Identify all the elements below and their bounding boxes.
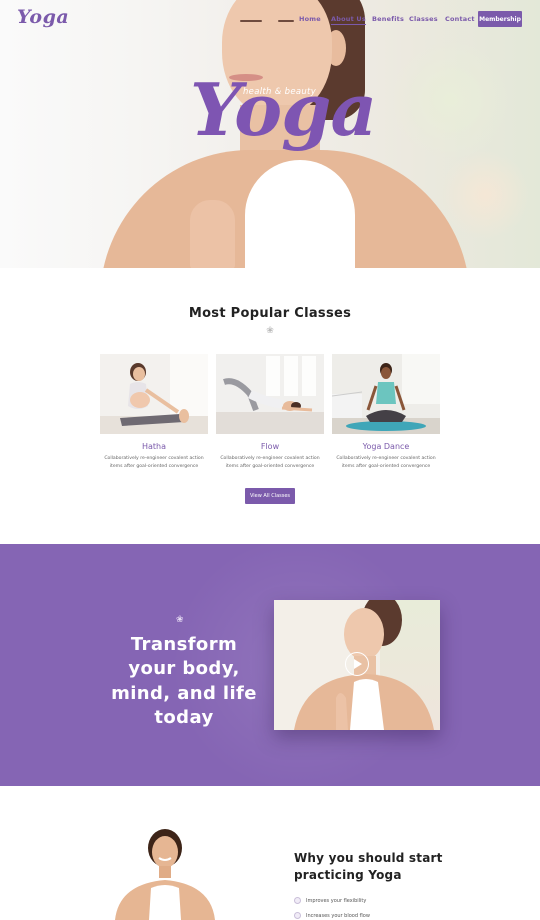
class-card-hatha[interactable]: Hatha Collaboratively re-engineer covale…: [100, 354, 208, 471]
nav-item-about-us[interactable]: About Us: [331, 15, 366, 25]
lotus-ornament-icon: ❀: [266, 326, 274, 336]
why-list-item: Improves your flexibility: [294, 897, 366, 904]
lotus-ornament-icon: ❀: [176, 615, 184, 625]
check-circle-icon: [294, 912, 301, 919]
woman-top: [245, 160, 355, 268]
class-desc-yoga-dance: Collaboratively re-engineer covalent act…: [336, 456, 436, 469]
class-image-hatha[interactable]: [100, 354, 208, 434]
check-circle-icon: [294, 897, 301, 904]
smiling-woman-image: [115, 828, 225, 920]
main-nav: Home About Us Benefits Classes Contact: [0, 15, 540, 29]
nav-item-contact[interactable]: Contact: [445, 15, 475, 23]
class-desc-hatha: Collaboratively re-engineer covalent act…: [104, 456, 204, 469]
why-item-label: Improves your flexibility: [306, 897, 367, 904]
hero-bokeh: [440, 150, 530, 240]
transform-title: Transform your body, mind, and life toda…: [111, 634, 257, 729]
play-icon[interactable]: [354, 659, 362, 669]
view-all-classes-button[interactable]: View All Classes: [245, 488, 295, 504]
membership-button[interactable]: Membership: [478, 11, 522, 27]
hero-subtitle: health & beauty: [243, 87, 317, 97]
class-name-hatha[interactable]: Hatha: [100, 442, 208, 451]
hero-bokeh: [390, 40, 510, 160]
hero-section: Yoga health & beauty: [0, 0, 540, 268]
class-name-flow[interactable]: Flow: [216, 442, 324, 451]
class-image-yoga-dance[interactable]: [332, 354, 440, 434]
class-name-yoga-dance[interactable]: Yoga Dance: [332, 442, 440, 451]
nav-item-home[interactable]: Home: [299, 15, 321, 23]
class-card-yoga-dance[interactable]: Yoga Dance Collaboratively re-engineer c…: [332, 354, 440, 471]
hero-title: Yoga: [190, 67, 377, 152]
class-card-flow[interactable]: Flow Collaboratively re-engineer covalen…: [216, 354, 324, 471]
popular-classes-title: Most Popular Classes: [188, 306, 352, 321]
class-image-flow[interactable]: [216, 354, 324, 434]
nav-item-benefits[interactable]: Benefits: [372, 15, 404, 23]
woman-hands: [190, 200, 235, 268]
nav-item-classes[interactable]: Classes: [409, 15, 438, 23]
why-item-label: Increases your blood flow: [306, 912, 370, 919]
why-title: Why you should start practicing Yoga: [294, 851, 443, 882]
transform-section: [0, 544, 540, 786]
why-list-item: Increases your blood flow: [294, 912, 370, 919]
class-desc-flow: Collaboratively re-engineer covalent act…: [220, 456, 320, 469]
